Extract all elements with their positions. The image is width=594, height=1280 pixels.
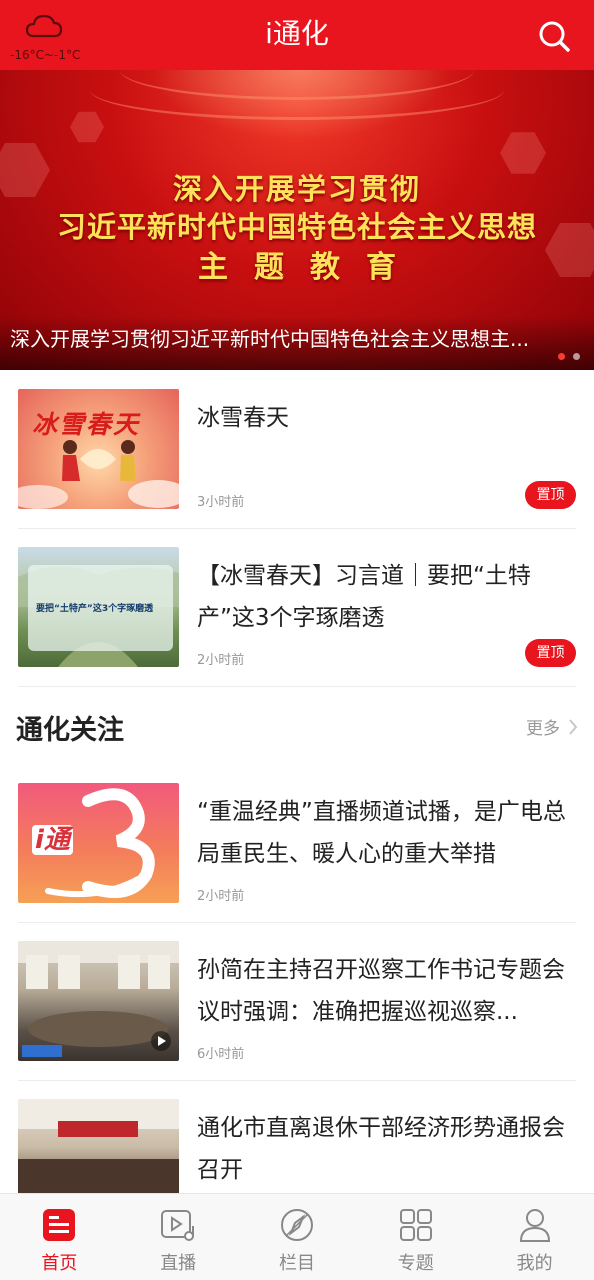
nav-columns[interactable]: 栏目 [238, 1194, 357, 1280]
news-item[interactable]: 冰雪春天 冰雪春天 3小时前 置顶 [18, 389, 576, 529]
pinned-badge: 置顶 [525, 481, 576, 509]
nav-label: 我的 [516, 1253, 553, 1274]
carousel-dot-active [558, 353, 565, 360]
banner-headline-line1: 深入开展学习贯彻 [172, 172, 421, 206]
divider [18, 686, 576, 687]
carousel-indicator [558, 353, 580, 360]
section-title: 通化关注 [16, 715, 124, 746]
banner-decoration [70, 111, 104, 143]
news-time: 6小时前 [197, 1047, 245, 1062]
news-title: 【冰雪春天】习言道｜要把“土特产”这3个字琢磨透 [197, 563, 531, 631]
nav-label: 栏目 [278, 1253, 315, 1274]
news-time: 2小时前 [197, 653, 245, 668]
app-title: i通化 [265, 17, 329, 50]
live-video-icon [161, 1210, 195, 1241]
chevron-right-icon [569, 718, 578, 735]
news-title: 孙简在主持召开巡察工作书记专题会议时强调：准确把握巡视巡察... [197, 957, 565, 1025]
thumbnail-caption: i通 [32, 825, 73, 855]
carousel-dot [573, 353, 580, 360]
banner-caption[interactable]: 深入开展学习贯彻习近平新时代中国特色社会主义思想主... [10, 323, 570, 352]
nav-topics[interactable]: 专题 [356, 1194, 475, 1280]
news-item[interactable]: 要把“土特产”这3个字琢磨透 【冰雪春天】习言道｜要把“土特产”这3个字琢磨透 … [18, 547, 576, 687]
divider [18, 528, 576, 529]
search-button[interactable] [536, 18, 572, 54]
nav-home[interactable]: 首页 [0, 1194, 119, 1280]
news-thumbnail: 要把“土特产”这3个字琢磨透 [18, 547, 179, 667]
news-thumbnail: i通 [18, 783, 179, 903]
banner-carousel[interactable]: 深入开展学习贯彻 习近平新时代中国特色社会主义思想 主题教育 深入开展学习贯彻习… [0, 70, 594, 370]
banner-headline-line2: 习近平新时代中国特色社会主义思想 [56, 210, 537, 244]
news-thumbnail [18, 941, 179, 1061]
bottom-navigation: 首页 直播 栏目 专题 我的 [0, 1193, 594, 1280]
search-icon [539, 21, 570, 52]
compass-icon [280, 1209, 313, 1241]
divider [18, 922, 576, 923]
more-link[interactable]: 更多 [526, 714, 578, 739]
nav-live[interactable]: 直播 [119, 1194, 238, 1280]
news-thumbnail: 冰雪春天 [18, 389, 179, 509]
user-icon [519, 1209, 550, 1242]
news-time: 3小时前 [197, 495, 245, 510]
nav-mine[interactable]: 我的 [475, 1194, 594, 1280]
banner-headline-line3: 主题教育 [198, 250, 422, 285]
pinned-badge: 置顶 [525, 639, 576, 667]
thumbnail-caption: 冰雪春天 [32, 410, 141, 439]
news-icon [43, 1209, 76, 1241]
news-time: 2小时前 [197, 889, 245, 904]
nav-label: 专题 [397, 1253, 434, 1274]
divider [18, 1080, 576, 1081]
grid-icon [399, 1209, 432, 1241]
news-title: 冰雪春天 [197, 405, 289, 431]
meeting-room-image [18, 941, 179, 1057]
news-title: 通化市直离退休干部经济形势通报会召开 [197, 1115, 565, 1183]
thumbnail-caption: 要把“土特产”这3个字琢磨透 [36, 604, 154, 614]
top-bar: -16°C~-1°C i通化 [0, 0, 594, 70]
news-item[interactable]: 孙简在主持召开巡察工作书记专题会议时强调：准确把握巡视巡察... 6小时前 [18, 941, 576, 1081]
more-label: 更多 [526, 719, 560, 739]
news-item[interactable]: i通 “重温经典”直播频道试播，是广电总局重民生、暖人心的重大举措 2小时前 [18, 783, 576, 923]
news-title: “重温经典”直播频道试播，是广电总局重民生、暖人心的重大举措 [197, 799, 566, 867]
nav-label: 首页 [41, 1253, 78, 1274]
nav-label: 直播 [160, 1253, 197, 1274]
